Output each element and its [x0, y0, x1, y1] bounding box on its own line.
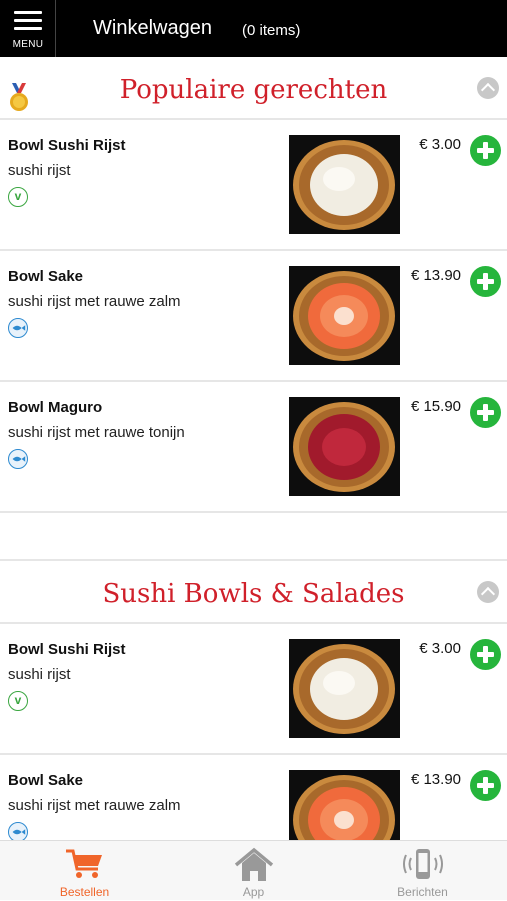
collapse-chevron-icon[interactable] [477, 77, 499, 99]
vegetarian-icon: v [8, 691, 28, 711]
top-bar: MENU Winkelwagen (0 items) [0, 0, 507, 57]
add-to-cart-button[interactable] [470, 266, 501, 297]
cart-icon [66, 849, 102, 878]
section-header-popular: Populaire gerechten [0, 57, 507, 120]
item-description: sushi rijst met rauwe zalm [8, 293, 181, 310]
item-description: sushi rijst met rauwe zalm [8, 797, 181, 814]
fish-icon [8, 449, 28, 469]
collapse-chevron-icon[interactable] [477, 581, 499, 603]
item-image[interactable] [289, 135, 400, 234]
item-price: € 13.90 [410, 771, 461, 788]
item-image[interactable] [289, 266, 400, 365]
item-name: Bowl Sushi Rijst [8, 641, 126, 658]
item-description: sushi rijst [8, 666, 71, 683]
section-title: Sushi Bowls & Salades [102, 579, 405, 609]
tab-label: Bestellen [59, 885, 110, 899]
item-image[interactable] [289, 397, 400, 496]
add-to-cart-button[interactable] [470, 397, 501, 428]
tab-berichten[interactable]: Berichten [338, 841, 507, 901]
list-item[interactable]: Bowl Sake sushi rijst met rauwe zalm € 1… [0, 251, 507, 382]
item-name: Bowl Sake [8, 268, 84, 285]
vegetarian-icon: v [8, 187, 28, 207]
tab-label: Berichten [397, 885, 448, 899]
list-item[interactable]: Bowl Sake sushi rijst met rauwe zalm € 1… [0, 755, 507, 840]
section-title: Populaire gerechten [119, 75, 388, 105]
item-price: € 13.90 [410, 267, 461, 284]
item-image[interactable] [289, 639, 400, 738]
item-name: Bowl Sake [8, 772, 84, 789]
list-item[interactable]: Bowl Maguro sushi rijst met rauwe tonijn… [0, 382, 507, 513]
section-spacer [0, 513, 507, 561]
tab-app[interactable]: App [169, 841, 338, 901]
home-icon [234, 847, 274, 881]
section-header-sushi-bowls: Sushi Bowls & Salades [0, 561, 507, 624]
add-to-cart-button[interactable] [470, 135, 501, 166]
item-description: sushi rijst met rauwe tonijn [8, 424, 185, 441]
item-price: € 15.90 [410, 398, 461, 415]
item-name: Bowl Sushi Rijst [8, 137, 126, 154]
fish-icon [8, 318, 28, 338]
item-price: € 3.00 [419, 640, 461, 657]
add-to-cart-button[interactable] [470, 639, 501, 670]
menu-button[interactable]: MENU [0, 0, 56, 57]
fish-icon [8, 822, 28, 840]
item-price: € 3.00 [419, 136, 461, 153]
list-item[interactable]: Bowl Sushi Rijst sushi rijst v € 3.00 [0, 120, 507, 251]
tab-bestellen[interactable]: Bestellen [0, 841, 169, 901]
bottom-tab-bar: Bestellen App Berichten [0, 840, 507, 900]
item-description: sushi rijst [8, 162, 71, 179]
phone-message-icon [403, 849, 443, 879]
menu-label: MENU [12, 39, 44, 50]
list-item[interactable]: Bowl Sushi Rijst sushi rijst v € 3.00 [0, 624, 507, 755]
cart-count[interactable]: (0 items) [242, 22, 300, 39]
menu-list[interactable]: Populaire gerechten Bowl Sushi Rijst sus… [0, 57, 507, 840]
hamburger-icon [14, 11, 42, 35]
tab-label: App [242, 885, 265, 899]
item-name: Bowl Maguro [8, 399, 103, 416]
cart-title[interactable]: Winkelwagen [93, 17, 212, 40]
add-to-cart-button[interactable] [470, 770, 501, 801]
item-image[interactable] [289, 770, 400, 840]
